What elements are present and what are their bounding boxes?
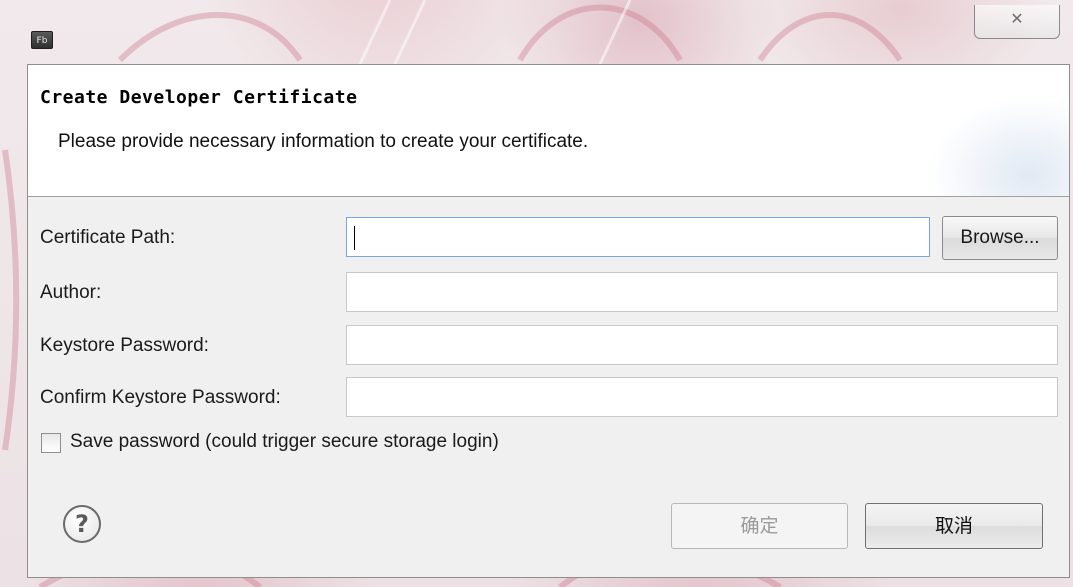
browse-button[interactable]: Browse... [942,216,1058,260]
confirm-keystore-password-input[interactable] [346,377,1058,417]
keystore-password-input[interactable] [346,325,1058,365]
dialog-header: Create Developer Certificate Please prov… [28,65,1069,197]
dialog-title: Create Developer Certificate [40,87,358,108]
title-bar[interactable]: Fb ✕ [0,0,1073,49]
ok-button[interactable]: 确定 [671,503,848,549]
dialog-description: Please provide necessary information to … [58,131,589,152]
certificate-path-label: Certificate Path: [40,227,176,248]
dialog-body: Create Developer Certificate Please prov… [27,64,1070,578]
header-glow [929,95,1069,196]
help-icon[interactable]: ? [63,505,101,543]
certificate-path-input[interactable] [346,217,930,257]
save-password-label[interactable]: Save password (could trigger secure stor… [70,431,499,453]
app-icon: Fb [31,31,53,49]
text-caret [354,226,355,250]
author-label: Author: [40,282,102,303]
author-input[interactable] [346,272,1058,312]
cancel-button[interactable]: 取消 [865,503,1043,549]
keystore-password-label: Keystore Password: [40,335,209,356]
confirm-keystore-password-label: Confirm Keystore Password: [40,387,281,408]
close-button[interactable]: ✕ [974,5,1060,39]
save-password-checkbox[interactable] [41,433,61,453]
close-icon: ✕ [1010,11,1024,28]
